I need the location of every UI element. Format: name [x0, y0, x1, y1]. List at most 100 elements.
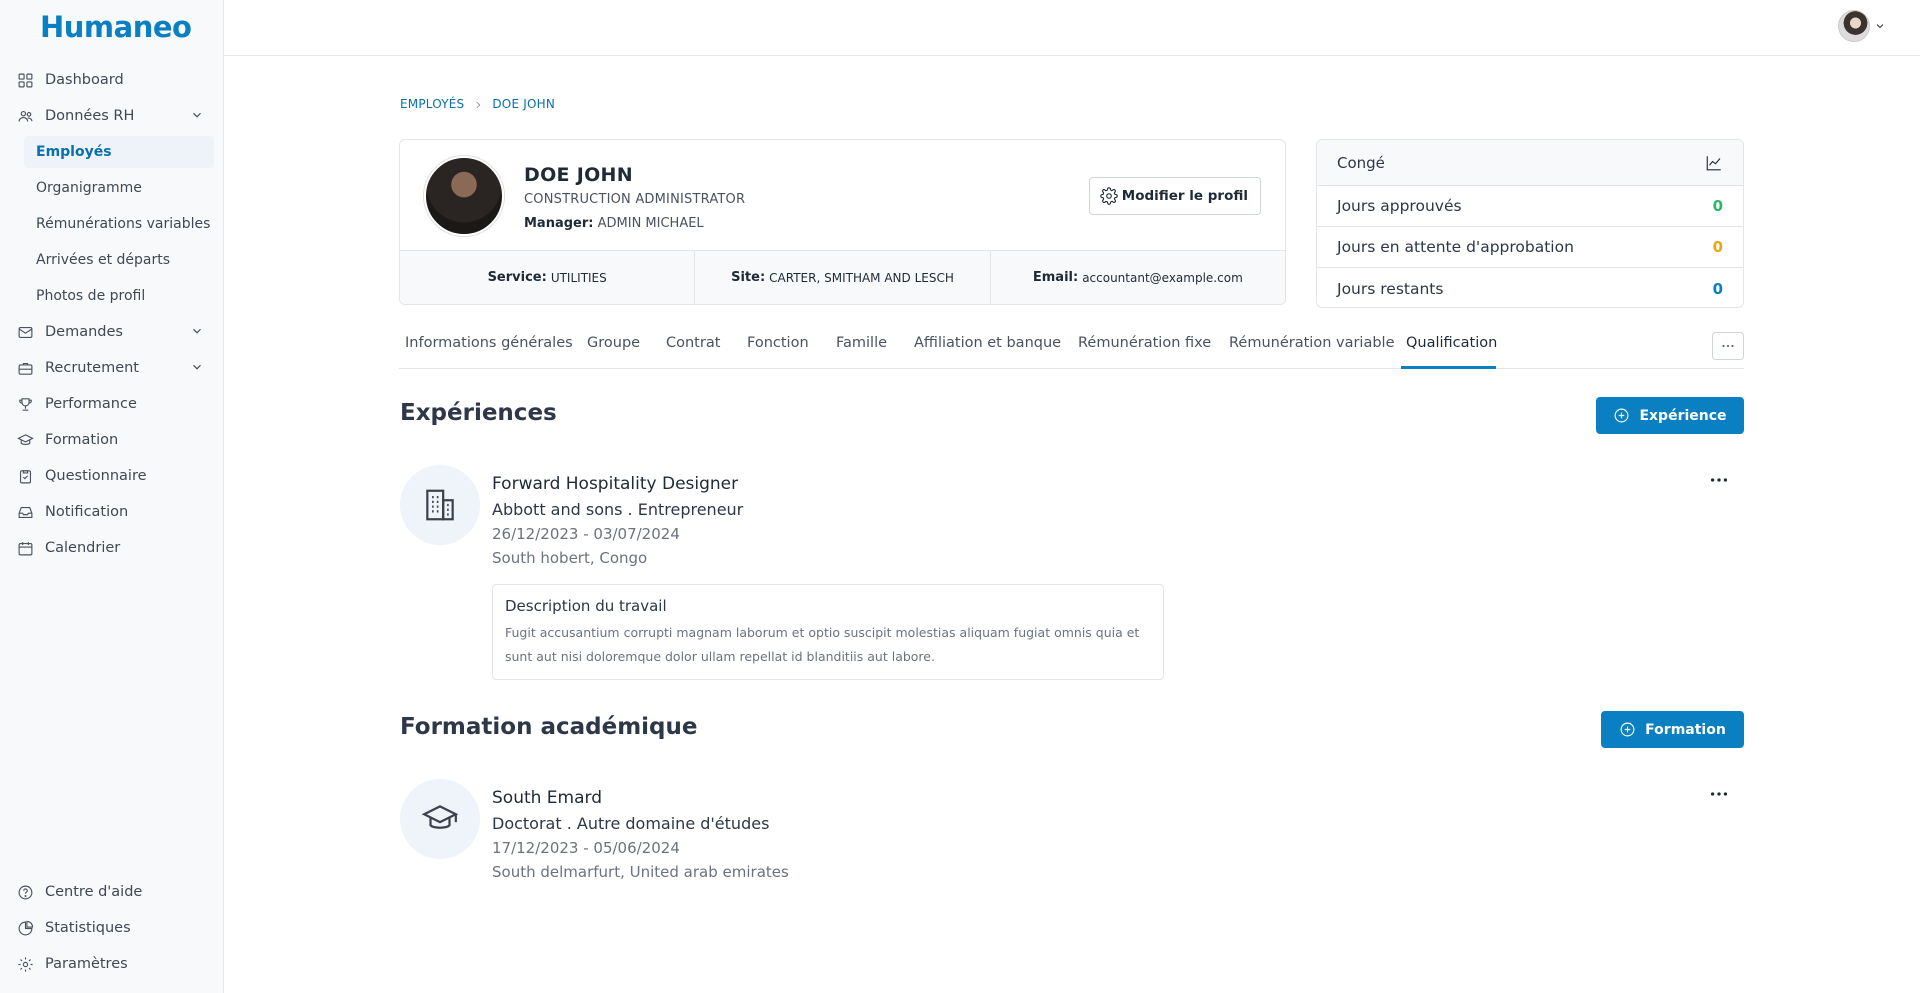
grid-icon: [16, 71, 34, 89]
email-value: accountant@example.com: [1082, 270, 1243, 285]
sidebar-item-formation[interactable]: Formation: [0, 424, 224, 456]
sidebar-subitem-organigramme[interactable]: Organigramme: [24, 172, 214, 204]
education-menu-button[interactable]: [1708, 786, 1730, 802]
sidebar-item-notification[interactable]: Notification: [0, 496, 224, 528]
service-value: UTILITIES: [550, 270, 607, 285]
service-cell: Service: UTILITIES: [400, 251, 696, 304]
chevron-right-icon: [473, 99, 483, 109]
tab-informations-generales[interactable]: Informations générales: [405, 335, 573, 351]
manager-value: ADMIN MICHAEL: [597, 216, 704, 231]
profile-tabs: Informations générales Groupe Contrat Fo…: [399, 323, 1744, 369]
sidebar-subitem-arrivees-departs[interactable]: Arrivées et départs: [24, 244, 214, 276]
email-cell: Email: accountant@example.com: [991, 251, 1285, 304]
briefcase-icon: [16, 359, 34, 377]
experience-dates: 26/12/2023 - 03/07/2024: [492, 525, 680, 543]
tab-qualification[interactable]: Qualification: [1406, 335, 1497, 351]
job-description-text: Fugit accusantium corrupti magnam laboru…: [505, 625, 1140, 664]
chevron-down-icon: [190, 360, 204, 374]
leave-row-value: 0: [1712, 279, 1723, 298]
sidebar-item-dashboard[interactable]: Dashboard: [0, 64, 224, 96]
more-horizontal-icon: [1710, 792, 1728, 796]
sidebar-item-recrutement[interactable]: Recrutement: [0, 352, 224, 384]
plus-circle-icon: [1620, 722, 1635, 737]
email-label: Email:: [1032, 270, 1079, 285]
leave-row-label: Jours approuvés: [1337, 197, 1462, 215]
tab-remuneration-variable[interactable]: Rémunération variable: [1229, 335, 1395, 351]
experience-company: Abbott and sons . Entrepreneur: [492, 500, 744, 519]
sidebar-item-donnees-rh[interactable]: Données RH: [0, 100, 224, 132]
tab-fonction[interactable]: Fonction: [747, 335, 809, 351]
leave-row-remaining: Jours restants 0: [1317, 268, 1743, 307]
trophy-icon: [16, 395, 34, 413]
breadcrumb: EMPLOYÉS DOE JOHN: [400, 97, 555, 111]
sidebar-item-label: Centre d'aide: [45, 884, 143, 900]
service-label: Service:: [487, 270, 547, 285]
tab-remuneration-fixe[interactable]: Rémunération fixe: [1078, 335, 1211, 351]
sidebar-subitem-photos-profil[interactable]: Photos de profil: [24, 280, 214, 312]
chevron-down-icon: [190, 324, 204, 338]
help-icon: [16, 883, 34, 901]
breadcrumb-current[interactable]: DOE JOHN: [492, 97, 555, 111]
sidebar-item-label: Demandes: [45, 324, 123, 340]
sidebar-item-parametres[interactable]: Paramètres: [0, 948, 224, 980]
edit-profile-label: Modifier le profil: [1121, 188, 1248, 204]
sidebar: Humaneo Dashboard Données RH Employés Or…: [0, 0, 224, 993]
add-formation-button[interactable]: Formation: [1601, 711, 1744, 748]
profile-title: CONSTRUCTION ADMINISTRATOR: [524, 192, 746, 207]
tab-groupe[interactable]: Groupe: [587, 335, 640, 351]
job-description-title: Description du travail: [505, 597, 667, 615]
sidebar-item-label: Recrutement: [45, 360, 139, 376]
site-cell: Site: CARTER, SMITHAM AND LESCH: [695, 251, 991, 304]
site-label: Site:: [731, 270, 766, 285]
gear-icon: [16, 955, 34, 973]
sidebar-item-label: Notification: [45, 504, 129, 520]
experience-menu-button[interactable]: [1708, 472, 1730, 488]
app-logo[interactable]: Humaneo: [40, 10, 192, 44]
profile-name: DOE JOHN: [524, 164, 633, 186]
plus-circle-icon: [1615, 408, 1629, 423]
tab-famille[interactable]: Famille: [836, 335, 887, 351]
more-tabs-button[interactable]: [1712, 332, 1744, 360]
user-avatar[interactable]: [1838, 10, 1870, 42]
tab-affiliation-banque[interactable]: Affiliation et banque: [914, 335, 1061, 351]
sidebar-subitem-employes[interactable]: Employés: [24, 136, 214, 168]
inbox-icon: [16, 503, 34, 521]
breadcrumb-employes[interactable]: EMPLOYÉS: [400, 97, 464, 111]
edit-profile-button[interactable]: Modifier le profil: [1088, 177, 1261, 215]
profile-photo: [424, 156, 504, 236]
sidebar-item-performance[interactable]: Performance: [0, 388, 224, 420]
sidebar-subitem-remunerations-variables[interactable]: Rémunérations variables: [24, 208, 214, 240]
profile-info-bar: Service: UTILITIES Site: CARTER, SMITHAM…: [400, 250, 1285, 304]
clipboard-icon: [16, 467, 34, 485]
education-dates: 17/12/2023 - 05/06/2024: [492, 839, 680, 857]
sidebar-item-calendrier[interactable]: Calendrier: [0, 532, 224, 564]
sidebar-item-label: Statistiques: [45, 920, 131, 936]
sidebar-item-demandes[interactable]: Demandes: [0, 316, 224, 348]
graduation-cap-icon: [400, 779, 480, 859]
leave-row-pending: Jours en attente d'approbation 0: [1317, 227, 1743, 268]
education-degree: Doctorat . Autre domaine d'études: [492, 814, 770, 833]
mail-icon: [16, 323, 34, 341]
gear-icon: [1100, 187, 1118, 205]
sidebar-item-statistiques[interactable]: Statistiques: [0, 912, 224, 944]
sidebar-item-centre-aide[interactable]: Centre d'aide: [0, 876, 224, 908]
building-icon: [400, 465, 480, 545]
chevron-down-icon[interactable]: [1874, 20, 1886, 32]
sidebar-item-questionnaire[interactable]: Questionnaire: [0, 460, 224, 492]
profile-card: DOE JOHN CONSTRUCTION ADMINISTRATOR Mana…: [399, 139, 1286, 305]
leave-title: Congé: [1337, 153, 1385, 172]
chevron-down-icon: [190, 108, 204, 122]
active-tab-indicator: [1401, 366, 1496, 369]
more-horizontal-icon: [1722, 344, 1734, 348]
more-horizontal-icon: [1710, 478, 1728, 482]
add-formation-label: Formation: [1645, 721, 1726, 738]
add-experience-button[interactable]: Expérience: [1596, 397, 1744, 434]
tab-contrat[interactable]: Contrat: [666, 335, 720, 351]
leave-row-value: 0: [1712, 238, 1723, 256]
line-chart-icon[interactable]: [1705, 154, 1723, 172]
manager-label: Manager:: [524, 216, 594, 231]
top-bar: [224, 0, 1920, 56]
leave-card: Congé Jours approuvés 0 Jours en attente…: [1316, 139, 1744, 308]
experiences-title: Expériences: [400, 400, 557, 426]
education-school: South Emard: [492, 788, 603, 808]
